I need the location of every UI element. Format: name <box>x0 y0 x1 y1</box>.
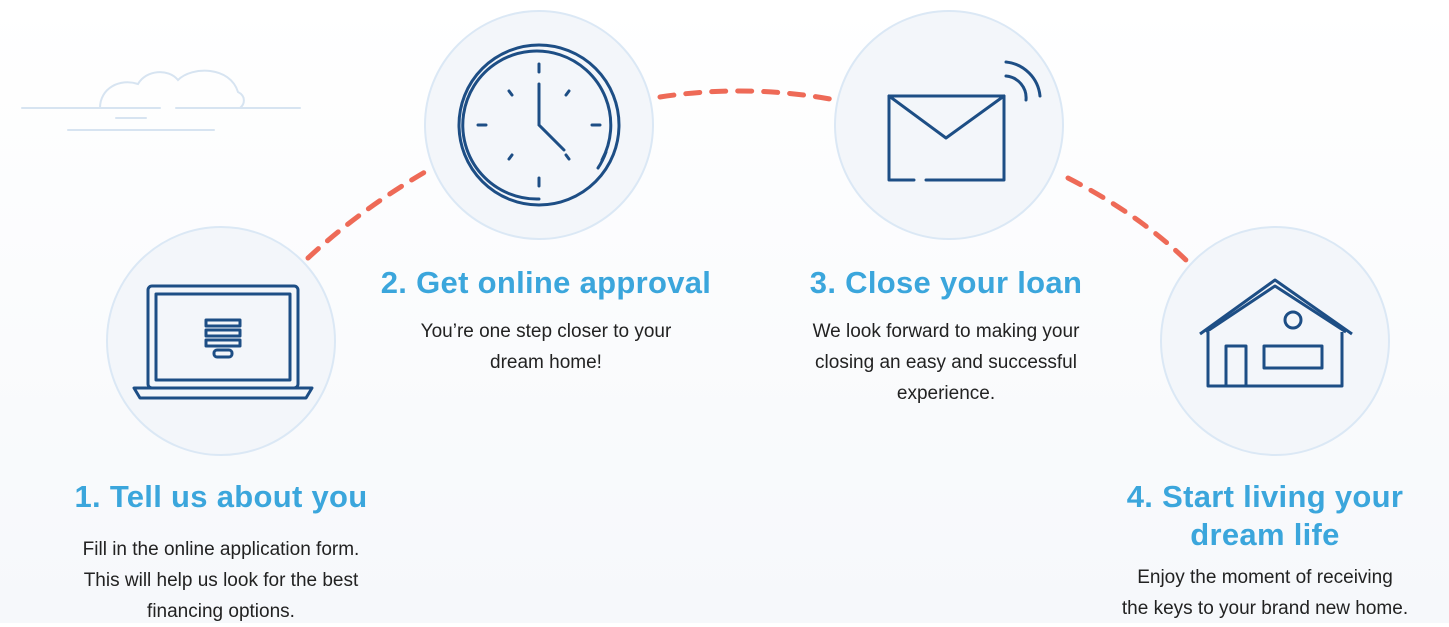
step-2-description: You’re one step closer to your dream hom… <box>420 321 672 373</box>
step-4-title: 4. Start living your dream life <box>1126 479 1404 552</box>
step-2-icon-circle <box>424 10 654 240</box>
step-1-title: 1. Tell us about you <box>74 479 368 514</box>
step-3-icon-circle <box>834 10 1064 240</box>
step-4-description: Enjoy the moment of receiving the keys t… <box>1121 567 1409 619</box>
step-4-icon-circle <box>1160 226 1390 456</box>
envelope-signal-icon <box>887 60 1042 182</box>
clock-icon <box>457 43 621 207</box>
step-1-description: Fill in the online application form. Thi… <box>82 539 360 622</box>
cloud-icon <box>21 69 301 131</box>
step-3-title: 3. Close your loan <box>809 265 1083 300</box>
step-1-icon-circle <box>106 226 336 456</box>
laptop-form-icon <box>132 284 314 400</box>
step-2-title: 2. Get online approval <box>380 265 712 300</box>
house-icon <box>1199 278 1353 388</box>
step-3-description: We look forward to making your closing a… <box>812 321 1080 404</box>
